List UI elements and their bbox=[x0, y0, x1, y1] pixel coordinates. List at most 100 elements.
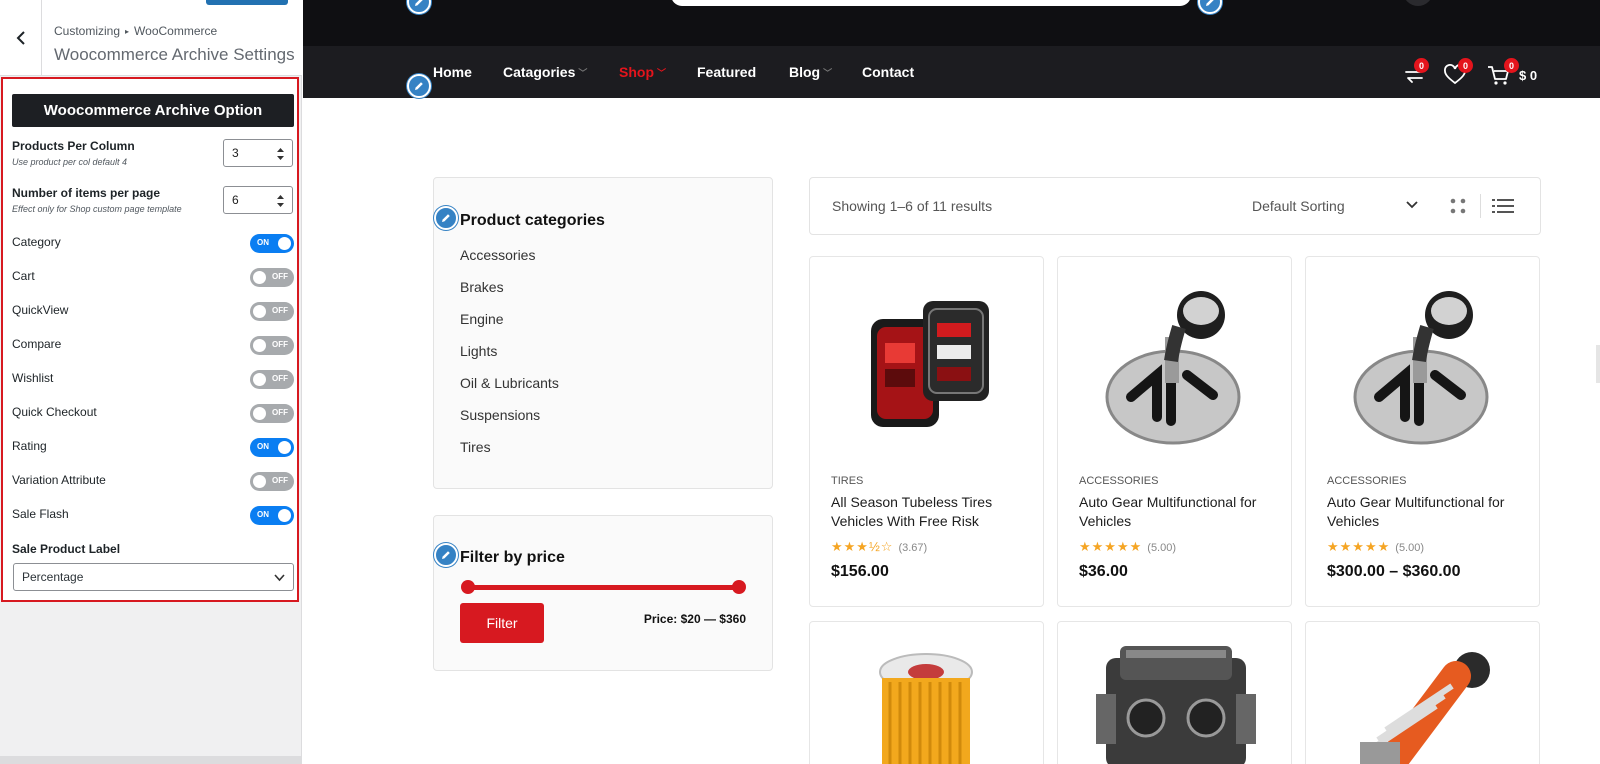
toggle-variation-attribute[interactable]: OFF bbox=[250, 472, 294, 491]
list-view-icon[interactable] bbox=[1492, 196, 1514, 216]
price-slider-min-handle[interactable] bbox=[461, 580, 475, 594]
product-image[interactable] bbox=[1058, 277, 1291, 457]
pencil-icon bbox=[1206, 0, 1214, 6]
product-card[interactable] bbox=[1057, 621, 1292, 764]
items-per-page-desc: Effect only for Shop custom page templat… bbox=[12, 204, 182, 214]
sorting-select[interactable]: Default Sorting bbox=[1252, 198, 1345, 214]
toggle-quick-checkout[interactable]: OFF bbox=[250, 404, 294, 423]
spinner-arrows-icon[interactable] bbox=[277, 147, 284, 161]
sale-label-select[interactable]: Percentage bbox=[13, 563, 294, 591]
product-card[interactable] bbox=[809, 621, 1044, 764]
publish-button[interactable] bbox=[206, 0, 288, 5]
result-count: Showing 1–6 of 11 results bbox=[832, 198, 993, 214]
product-image[interactable] bbox=[1306, 277, 1539, 457]
toggle-state: ON bbox=[257, 442, 269, 451]
items-per-page-input[interactable]: 6 bbox=[223, 186, 293, 214]
product-rating: ★★★★★ (5.00) bbox=[1079, 539, 1176, 555]
toggle-sale-flash[interactable]: ON bbox=[250, 506, 294, 525]
category-link[interactable]: Suspensions bbox=[460, 407, 540, 423]
chevron-down-icon: ﹀ bbox=[657, 68, 667, 78]
pencil-icon bbox=[415, 0, 423, 6]
product-name[interactable]: Auto Gear Multifunctional for Vehicles bbox=[1327, 493, 1522, 531]
category-link[interactable]: Engine bbox=[460, 311, 504, 327]
search-bar[interactable] bbox=[671, 0, 1191, 6]
edit-shortcut-icon[interactable] bbox=[434, 206, 458, 230]
header-account-icon[interactable] bbox=[1403, 0, 1433, 6]
nav-featured-label: Featured bbox=[697, 64, 757, 80]
breadcrumb-root: Customizing bbox=[54, 24, 121, 38]
nav-contact[interactable]: Contact bbox=[862, 64, 914, 80]
toggle-label-cart: Cart bbox=[12, 269, 35, 283]
nav-contact-label: Contact bbox=[862, 64, 915, 80]
product-card[interactable] bbox=[1305, 621, 1540, 764]
wishlist-count-badge: 0 bbox=[1458, 58, 1473, 73]
product-name[interactable]: Auto Gear Multifunctional for Vehicles bbox=[1079, 493, 1274, 531]
toggle-rating[interactable]: ON bbox=[250, 438, 294, 457]
product-categories-widget: Product categories Accessories Brakes En… bbox=[433, 177, 773, 489]
back-button[interactable] bbox=[0, 0, 42, 76]
product-name[interactable]: All Season Tubeless Tires Vehicles With … bbox=[831, 493, 1026, 531]
star-rating-icon: ★★★★★ bbox=[1327, 539, 1391, 554]
edit-shortcut-icon[interactable] bbox=[407, 74, 431, 98]
toggle-knob bbox=[253, 339, 266, 352]
toggle-label-category: Category bbox=[12, 235, 61, 249]
options-header: Woocommerce Archive Option bbox=[12, 94, 294, 127]
category-link[interactable]: Accessories bbox=[460, 247, 535, 263]
toggle-knob bbox=[253, 373, 266, 386]
product-category[interactable]: ACCESSORIES bbox=[1327, 475, 1406, 487]
toggle-knob bbox=[253, 305, 266, 318]
products-per-column-desc: Use product per col default 4 bbox=[12, 157, 128, 167]
gear-shifter-image bbox=[1105, 291, 1240, 445]
nav-shop[interactable]: Shop ﹀ bbox=[619, 64, 666, 80]
rating-value: (5.00) bbox=[1395, 542, 1425, 554]
chevron-down-icon[interactable] bbox=[1406, 200, 1418, 209]
tail-lights-image bbox=[870, 301, 989, 427]
product-category[interactable]: TIRES bbox=[831, 475, 863, 487]
price-slider-track bbox=[467, 585, 737, 590]
spinner-arrows-icon[interactable] bbox=[277, 194, 284, 208]
products-per-column-label: Products Per Column bbox=[12, 139, 135, 153]
toggle-category[interactable]: ON bbox=[250, 234, 294, 253]
product-card[interactable]: TIRES All Season Tubeless Tires Vehicles… bbox=[809, 256, 1044, 607]
price-slider-max-handle[interactable] bbox=[732, 580, 746, 594]
cart-count-badge: 0 bbox=[1504, 58, 1519, 73]
toggle-state: OFF bbox=[272, 272, 288, 281]
toggle-wishlist[interactable]: OFF bbox=[250, 370, 294, 389]
category-link[interactable]: Lights bbox=[460, 343, 497, 359]
categories-title: Product categories bbox=[460, 212, 605, 229]
product-category[interactable]: ACCESSORIES bbox=[1079, 475, 1158, 487]
edit-shortcut-icon[interactable] bbox=[434, 543, 458, 567]
category-link[interactable]: Tires bbox=[460, 439, 491, 455]
product-card[interactable]: ACCESSORIES Auto Gear Multifunctional fo… bbox=[1057, 256, 1292, 607]
product-rating: ★★★★★ (5.00) bbox=[1327, 539, 1424, 555]
cart-total: $ 0 bbox=[1519, 68, 1538, 83]
toggle-knob bbox=[278, 237, 291, 250]
product-price: $36.00 bbox=[1079, 563, 1128, 580]
section-title: Woocommerce Archive Settings bbox=[54, 45, 295, 64]
nav-home[interactable]: Home bbox=[433, 64, 472, 80]
toggle-cart[interactable]: OFF bbox=[250, 268, 294, 287]
price-range-text: Price: $20 — $360 bbox=[643, 612, 746, 626]
product-image[interactable] bbox=[810, 277, 1043, 457]
nav-featured[interactable]: Featured bbox=[697, 64, 756, 80]
nav-catagories[interactable]: Catagories ﹀ bbox=[503, 64, 587, 80]
chevron-down-icon: ﹀ bbox=[578, 68, 588, 78]
products-per-column-input[interactable]: 3 bbox=[223, 139, 293, 167]
grid-view-icon[interactable] bbox=[1447, 196, 1469, 216]
toggle-knob bbox=[253, 475, 266, 488]
category-link[interactable]: Oil & Lubricants bbox=[460, 375, 559, 391]
filter-button[interactable]: Filter bbox=[460, 603, 544, 643]
toggle-compare[interactable]: OFF bbox=[250, 336, 294, 355]
nav-blog[interactable]: Blog ﹀ bbox=[789, 64, 832, 80]
price-filter-widget: Filter by price Filter Price: $20 — $360 bbox=[433, 515, 773, 671]
chevron-left-icon bbox=[16, 31, 25, 45]
toggle-quickview[interactable]: OFF bbox=[250, 302, 294, 321]
product-price: $300.00 – $360.00 bbox=[1327, 563, 1461, 580]
category-link[interactable]: Brakes bbox=[460, 279, 504, 295]
product-card[interactable]: ACCESSORIES Auto Gear Multifunctional fo… bbox=[1305, 256, 1540, 607]
sale-label-label: Sale Product Label bbox=[12, 542, 121, 556]
site-topbar bbox=[303, 0, 1600, 46]
toggle-label-compare: Compare bbox=[12, 337, 62, 351]
nav-blog-label: Blog bbox=[789, 64, 821, 80]
product-price: $156.00 bbox=[831, 563, 889, 580]
